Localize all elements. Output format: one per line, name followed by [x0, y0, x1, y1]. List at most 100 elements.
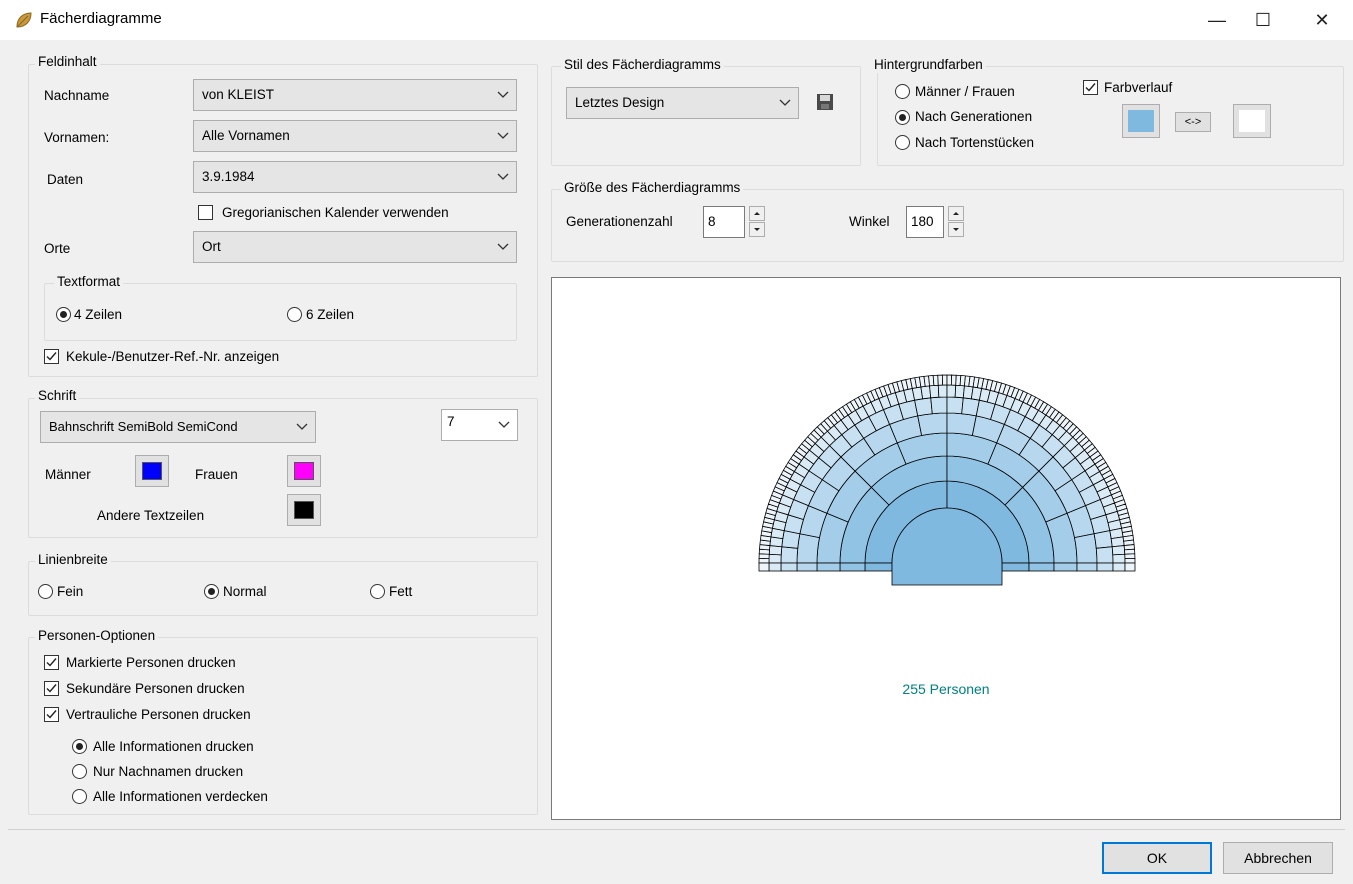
- zeilen6-radio[interactable]: [287, 307, 302, 322]
- fan-segment: [946, 396, 964, 415]
- fan-segment: [796, 533, 820, 564]
- maenner-label: Männer: [45, 467, 91, 482]
- kekule-checkbox[interactable]: [44, 349, 59, 364]
- color-end-button[interactable]: [1233, 104, 1271, 138]
- schrift-group-label: Schrift: [35, 388, 80, 404]
- nachname-combo[interactable]: von KLEIST: [193, 79, 517, 111]
- fan-segment: [917, 412, 948, 436]
- fett-radio[interactable]: [370, 584, 385, 599]
- bottom-divider: [8, 829, 1345, 830]
- spin-up-icon[interactable]: [948, 206, 964, 221]
- vornamen-value: Alle Vornamen: [202, 128, 290, 143]
- nachname-value: von KLEIST: [202, 87, 275, 102]
- design-combo[interactable]: Letztes Design: [566, 87, 799, 119]
- fan-side-bar: [1124, 562, 1136, 572]
- app-leaf-icon: [14, 10, 34, 30]
- color-start-swatch: [1128, 110, 1154, 132]
- nur-nachnamen-radio[interactable]: [72, 764, 87, 779]
- fan-side-bar: [796, 562, 818, 572]
- color-end-swatch: [1239, 110, 1265, 132]
- normal-radio[interactable]: [204, 584, 219, 599]
- chevron-down-icon: [296, 423, 308, 430]
- fan-segment: [1074, 533, 1098, 564]
- fan-segment: [1124, 557, 1136, 564]
- spin-down-icon[interactable]: [749, 222, 765, 237]
- farbverlauf-checkbox[interactable]: [1083, 80, 1098, 95]
- maximize-button[interactable]: ☐: [1243, 6, 1283, 34]
- vornamen-combo[interactable]: Alle Vornamen: [193, 120, 517, 152]
- fan-side-bar: [1096, 562, 1114, 572]
- maenner-color-button[interactable]: [135, 455, 169, 487]
- generationen-radio[interactable]: [895, 110, 910, 125]
- spin-up-icon[interactable]: [749, 206, 765, 221]
- fan-segment: [1095, 546, 1114, 564]
- fan-side-bar: [1076, 562, 1098, 572]
- normal-label: Normal: [223, 584, 267, 599]
- gregorian-checkbox[interactable]: [198, 205, 213, 220]
- nur-nachnamen-label: Nur Nachnamen drucken: [93, 764, 244, 779]
- daten-value: 3.9.1984: [202, 169, 255, 184]
- andere-color-swatch: [294, 501, 314, 519]
- font-size-combo[interactable]: 7: [441, 409, 518, 441]
- vertrauliche-checkbox[interactable]: [44, 707, 59, 722]
- fein-label: Fein: [57, 584, 84, 599]
- spin-down-icon[interactable]: [948, 222, 964, 237]
- checkmark-icon: [46, 710, 57, 719]
- fett-label: Fett: [389, 584, 413, 599]
- orte-combo[interactable]: Ort: [193, 231, 517, 263]
- sekundaere-checkbox[interactable]: [44, 681, 59, 696]
- zeilen4-radio[interactable]: [56, 307, 71, 322]
- kekule-label: Kekule-/Benutzer-Ref.-Nr. anzeigen: [66, 349, 280, 364]
- frauen-color-button[interactable]: [287, 455, 321, 487]
- andere-color-button[interactable]: [287, 494, 321, 526]
- gregorian-label: Gregorianischen Kalender verwenden: [222, 205, 449, 220]
- orte-label: Orte: [44, 241, 71, 256]
- font-combo[interactable]: Bahnschrift SemiBold SemiCond: [40, 411, 316, 443]
- winkel-input[interactable]: 180: [906, 206, 944, 238]
- daten-label: Daten: [47, 172, 84, 187]
- color-start-button[interactable]: [1122, 104, 1160, 138]
- save-design-icon[interactable]: [816, 93, 834, 111]
- fan-segment: [1093, 530, 1113, 549]
- cancel-button[interactable]: Abbrechen: [1223, 842, 1333, 874]
- textformat-group-label: Textformat: [54, 274, 124, 290]
- minimize-button[interactable]: —: [1197, 6, 1237, 34]
- tortenstuecke-radio[interactable]: [895, 135, 910, 150]
- feldinhalt-group-label: Feldinhalt: [35, 54, 100, 70]
- generationen-label: Nach Generationen: [915, 109, 1033, 124]
- maenner-color-swatch: [142, 462, 162, 480]
- linienbreite-group-label: Linienbreite: [35, 552, 111, 568]
- chevron-down-icon: [498, 421, 510, 428]
- daten-combo[interactable]: 3.9.1984: [193, 161, 517, 193]
- fan-segment: [937, 384, 948, 398]
- fein-radio[interactable]: [38, 584, 53, 599]
- personen-group-label: Personen-Optionen: [35, 628, 159, 644]
- verdecken-label: Alle Informationen verdecken: [93, 789, 268, 804]
- nachname-label: Nachname: [44, 88, 110, 103]
- fan-chart-graphic: [758, 374, 1136, 586]
- verdecken-radio[interactable]: [72, 789, 87, 804]
- font-value: Bahnschrift SemiBold SemiCond: [49, 419, 238, 434]
- winkel-spinner[interactable]: 180: [906, 206, 970, 238]
- markierte-checkbox[interactable]: [44, 655, 59, 670]
- checkmark-icon: [1085, 83, 1096, 92]
- fan-side-bar: [839, 562, 866, 572]
- zeilen6-label: 6 Zeilen: [306, 307, 355, 322]
- orte-value: Ort: [202, 239, 221, 254]
- font-size-value: 7: [447, 414, 455, 429]
- fan-side-bar: [1112, 562, 1126, 572]
- vertrauliche-label: Vertrauliche Personen drucken: [66, 707, 251, 722]
- swap-colors-button[interactable]: <->: [1175, 112, 1211, 132]
- maenner-frauen-label: Männer / Frauen: [915, 84, 1015, 99]
- maenner-frauen-radio[interactable]: [895, 84, 910, 99]
- generationen-spinner[interactable]: 8: [703, 206, 765, 238]
- close-button[interactable]: ✕: [1302, 6, 1342, 34]
- fan-chart-preview: 255 Personen: [551, 277, 1341, 820]
- fan-segment: [941, 374, 948, 386]
- fan-side-bar: [758, 562, 770, 572]
- generationen-input[interactable]: 8: [703, 206, 745, 238]
- fan-segment: [954, 384, 965, 399]
- chevron-down-icon: [497, 243, 509, 250]
- alle-info-radio[interactable]: [72, 739, 87, 754]
- ok-button[interactable]: OK: [1102, 842, 1212, 874]
